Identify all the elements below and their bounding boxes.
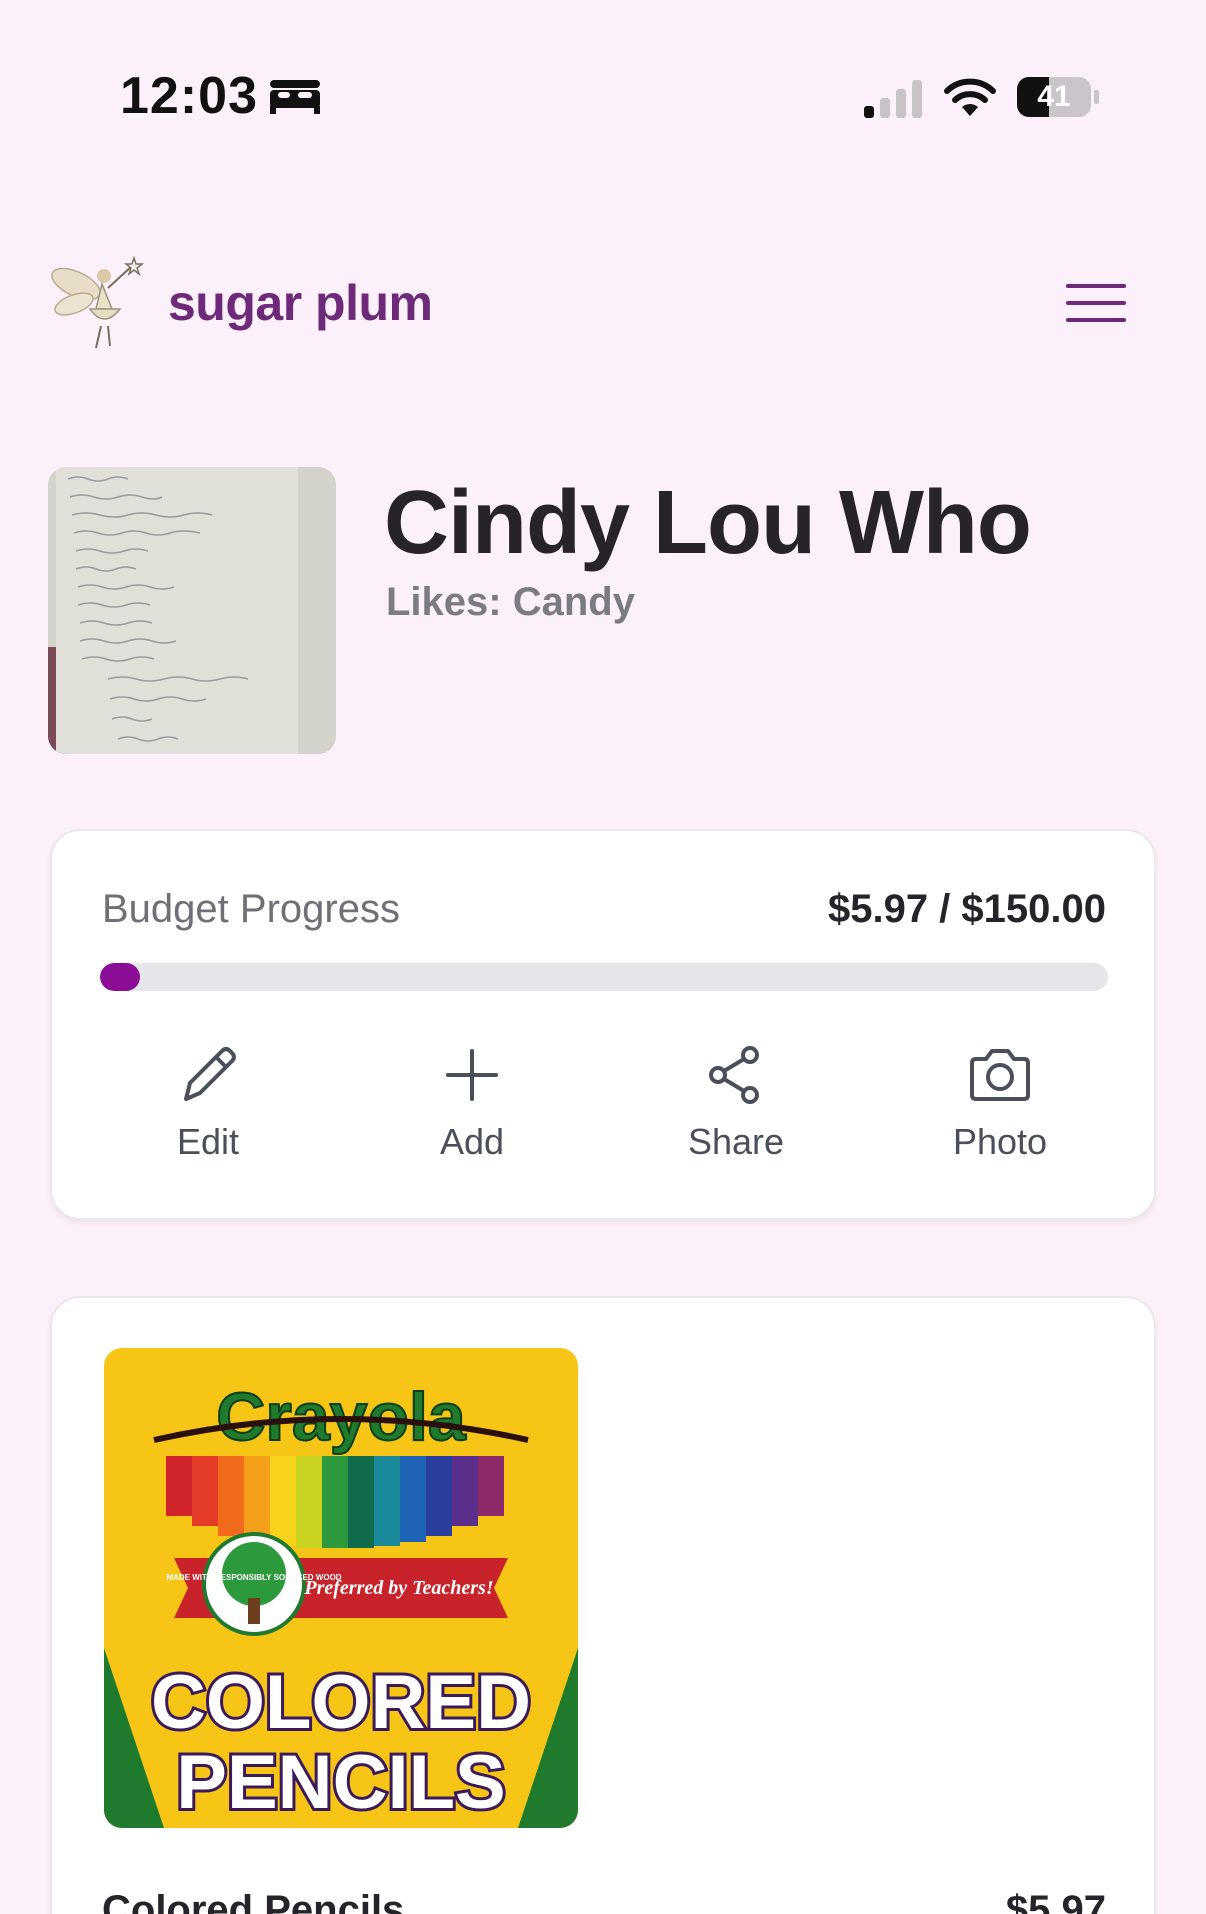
bed-icon [270, 80, 320, 114]
edit-label: Edit [176, 1121, 240, 1162]
handwritten-letter-photo [48, 467, 336, 754]
plus-icon [446, 1049, 498, 1101]
share-icon [709, 1046, 759, 1104]
budget-progress-bar [100, 963, 1108, 991]
fairy-logo-icon[interactable] [46, 254, 146, 354]
battery-level: 41 [1037, 80, 1071, 113]
budget-progress-fill [100, 963, 141, 991]
hamburger-menu-icon[interactable] [1066, 284, 1126, 326]
wifi-icon [944, 78, 996, 116]
item-card[interactable]: Crayola MADE WITH RESPONSIBLY SOURCED WO… [50, 1296, 1156, 1914]
cellular-signal-icon [864, 80, 922, 118]
page: 12:03 41 sugar plum Cindy Lou Who Likes:… [0, 0, 1206, 1914]
item-image[interactable]: Crayola MADE WITH RESPONSIBLY SOURCED WO… [104, 1348, 578, 1828]
colored-text: COLORED [151, 1660, 531, 1745]
add-button[interactable]: Add [372, 1039, 572, 1179]
item-price: $5.97 [1005, 1888, 1106, 1914]
edit-button[interactable]: Edit [108, 1039, 308, 1179]
profile-photo[interactable] [48, 467, 336, 754]
add-label: Add [439, 1121, 505, 1162]
photo-button[interactable]: Photo [900, 1039, 1100, 1179]
budget-amount: $5.97 / $150.00 [827, 887, 1106, 931]
app-header: sugar plum [0, 250, 1206, 360]
share-label: Share [687, 1121, 785, 1162]
budget-label: Budget Progress [102, 887, 400, 931]
share-button[interactable]: Share [636, 1039, 836, 1179]
photo-label: Photo [952, 1121, 1048, 1162]
crayola-colored-pencils-box: Crayola MADE WITH RESPONSIBLY SOURCED WO… [104, 1348, 578, 1828]
pencil-icon [184, 1047, 236, 1101]
item-name: Colored Pencils [102, 1888, 405, 1914]
camera-icon [970, 1049, 1030, 1101]
preferred-by-teachers-text: Preferred by Teachers! [303, 1577, 493, 1599]
status-time: 12:03 [120, 67, 258, 125]
profile-name: Cindy Lou Who [384, 473, 1032, 573]
status-bar: 12:03 41 [0, 0, 1206, 190]
brand-name[interactable]: sugar plum [168, 274, 433, 332]
pencils-text: PENCILS [176, 1740, 505, 1825]
profile-likes: Likes: Candy [386, 580, 635, 624]
budget-card: Budget Progress $5.97 / $150.00 Edit Add [50, 829, 1156, 1220]
